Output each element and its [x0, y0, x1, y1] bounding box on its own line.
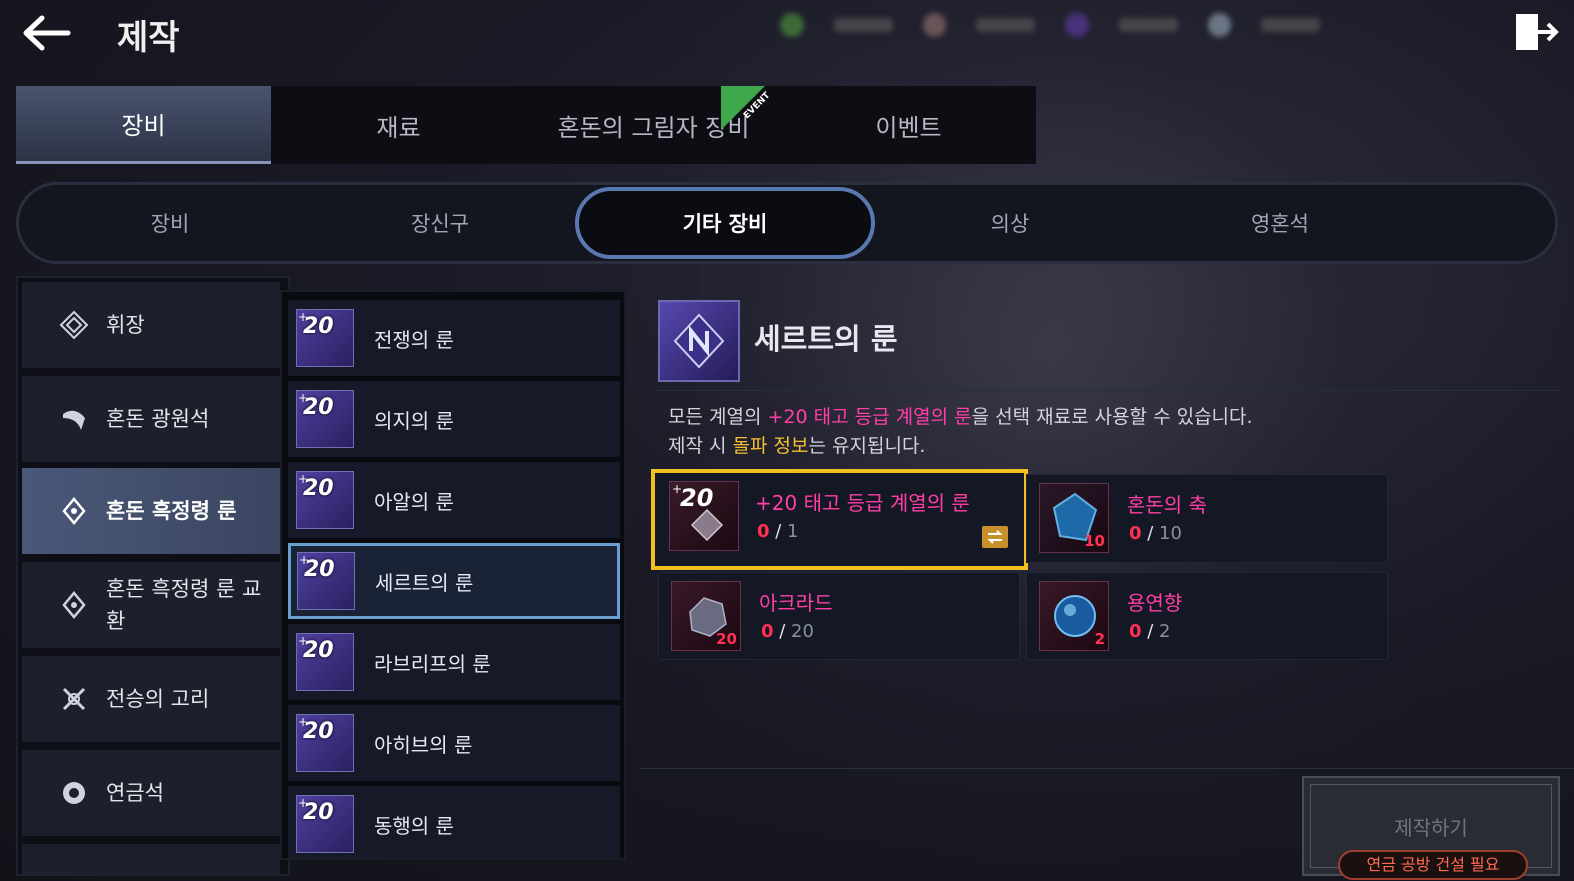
rune-list-item[interactable]: +20 아히브의 룬	[288, 705, 620, 781]
emblem-icon	[56, 307, 92, 343]
rune-label: 라브리프의 룬	[374, 651, 491, 676]
alchemy-stone-icon	[56, 775, 92, 811]
rune-label: 전쟁의 룬	[374, 327, 454, 352]
category-label: 휘장	[106, 313, 145, 337]
rune-diamond-icon	[56, 493, 92, 529]
category-label: 혼돈 흑정령 룬	[106, 499, 237, 523]
rune-list-item[interactable]: +20 동행의 룬	[288, 786, 620, 858]
rune-icon: +20	[296, 633, 354, 691]
craft-requirement-badge: 연금 공방 건설 필요	[1338, 850, 1528, 880]
rune-diamond-icon	[56, 587, 92, 623]
divider	[658, 390, 1558, 391]
main-tab-bar: 장비 재료 혼돈의 그림자 장비 EVENT 이벤트	[16, 86, 1036, 164]
rune-label: 아히브의 룬	[374, 732, 473, 757]
page-title: 제작	[117, 18, 180, 58]
rune-list-item[interactable]: +20 아알의 룬	[288, 462, 620, 538]
subtab-equipment[interactable]: 장비	[35, 187, 305, 259]
category-label: 연금석	[106, 781, 164, 805]
rune-list-item-selected[interactable]: +20 세르트의 룬	[288, 543, 620, 619]
rune-icon: +20	[296, 309, 354, 367]
ore-icon: 20	[671, 581, 741, 651]
exit-button[interactable]	[1512, 8, 1560, 56]
material-name: 혼돈의 축	[1127, 493, 1207, 517]
subtab-other-equipment[interactable]: 기타 장비	[575, 187, 875, 259]
rune-label: 동행의 룬	[374, 813, 454, 838]
rune-icon: +20	[297, 552, 355, 610]
tab-event[interactable]: 이벤트	[781, 86, 1036, 164]
rune-icon: +20	[296, 795, 354, 853]
tab-materials[interactable]: 재료	[271, 86, 526, 164]
material-quantity: 0 / 2	[1129, 621, 1171, 642]
crossed-ring-icon	[56, 681, 92, 717]
category-item[interactable]: 혼돈 흑정령 룬 교환	[22, 562, 280, 648]
swap-material-button[interactable]	[982, 526, 1008, 548]
subtab-costume[interactable]: 의상	[875, 187, 1145, 259]
category-list: 휘장 혼돈 광원석 혼돈 흑정령 룬 혼돈 흑정령 룬 교환 전승의 고리 연금…	[16, 276, 290, 876]
subtab-soulstone[interactable]: 영혼석	[1145, 187, 1415, 259]
category-item[interactable]: 연금석	[22, 750, 280, 836]
rune-list: +20 전쟁의 룬 +20 의지의 룬 +20 아알의 룬 +20 세르트의 룬…	[280, 290, 626, 860]
back-button[interactable]	[18, 10, 74, 56]
craft-button-label: 제작하기	[1394, 816, 1468, 840]
description-line-2: 제작 시 돌파 정보는 유지됩니다.	[668, 435, 926, 457]
subtab-accessory[interactable]: 장신구	[305, 187, 575, 259]
category-item[interactable]	[22, 844, 280, 874]
blue-orb-icon: 2	[1039, 581, 1109, 651]
sub-tab-bar: 장비 장신구 기타 장비 의상 영혼석	[16, 182, 1558, 264]
crescent-stone-icon	[56, 401, 92, 437]
rune-label: 아알의 룬	[374, 489, 454, 514]
rune-list-item[interactable]: +20 라브리프의 룬	[288, 624, 620, 700]
category-label: 전승의 고리	[106, 687, 210, 711]
material-name: +20 태고 등급 계열의 룬	[755, 491, 970, 515]
rune-label: 의지의 룬	[374, 408, 454, 433]
material-quantity: 0 / 10	[1129, 523, 1182, 544]
material-slot[interactable]: 2 용연향 0 / 2	[1026, 572, 1388, 660]
category-item[interactable]: 휘장	[22, 282, 280, 368]
category-label: 혼돈 흑정령 룬 교환	[106, 577, 262, 633]
blue-crystal-icon: 10	[1039, 483, 1109, 553]
tab-equipment[interactable]: 장비	[16, 86, 271, 164]
swap-arrows-icon	[987, 530, 1003, 544]
tab-chaos-shadow-equipment[interactable]: 혼돈의 그림자 장비 EVENT	[526, 86, 781, 164]
material-quantity: 0 / 20	[761, 621, 814, 642]
selected-rune-icon	[658, 300, 740, 382]
material-name: 아크라드	[759, 591, 833, 615]
material-slot[interactable]: 20 아크라드 0 / 20	[658, 572, 1020, 660]
rune-list-item[interactable]: +20 의지의 룬	[288, 381, 620, 457]
material-slot[interactable]: 10 혼돈의 축 0 / 10	[1026, 474, 1388, 563]
category-item[interactable]: 혼돈 흑정령 룬	[22, 468, 280, 554]
rune-list-item[interactable]: +20 전쟁의 룬	[288, 300, 620, 376]
category-label: 혼돈 광원석	[106, 407, 210, 431]
material-slot-selected[interactable]: + 20 +20 태고 등급 계열의 룬 0 / 1	[651, 469, 1028, 570]
divider	[640, 768, 1574, 769]
category-item[interactable]: 전승의 고리	[22, 656, 280, 742]
currency-status-bar	[780, 10, 1320, 40]
description-line-1: 모든 계열의 +20 태고 등급 계열의 룬을 선택 재료로 사용할 수 있습니…	[668, 406, 1253, 428]
category-item[interactable]: 혼돈 광원석	[22, 376, 280, 462]
material-name: 용연향	[1127, 591, 1183, 615]
exit-door-icon	[1516, 14, 1559, 50]
rune-icon: + 20	[669, 481, 739, 551]
craft-button[interactable]: 제작하기 연금 공방 건설 필요	[1302, 776, 1560, 880]
rune-icon: +20	[296, 471, 354, 529]
detail-title: 세르트의 룬	[754, 322, 898, 356]
rune-icon: +20	[296, 714, 354, 772]
arrow-left-icon	[23, 15, 71, 51]
rune-label: 세르트의 룬	[375, 570, 474, 595]
rune-icon: +20	[296, 390, 354, 448]
material-quantity: 0 / 1	[757, 521, 799, 542]
